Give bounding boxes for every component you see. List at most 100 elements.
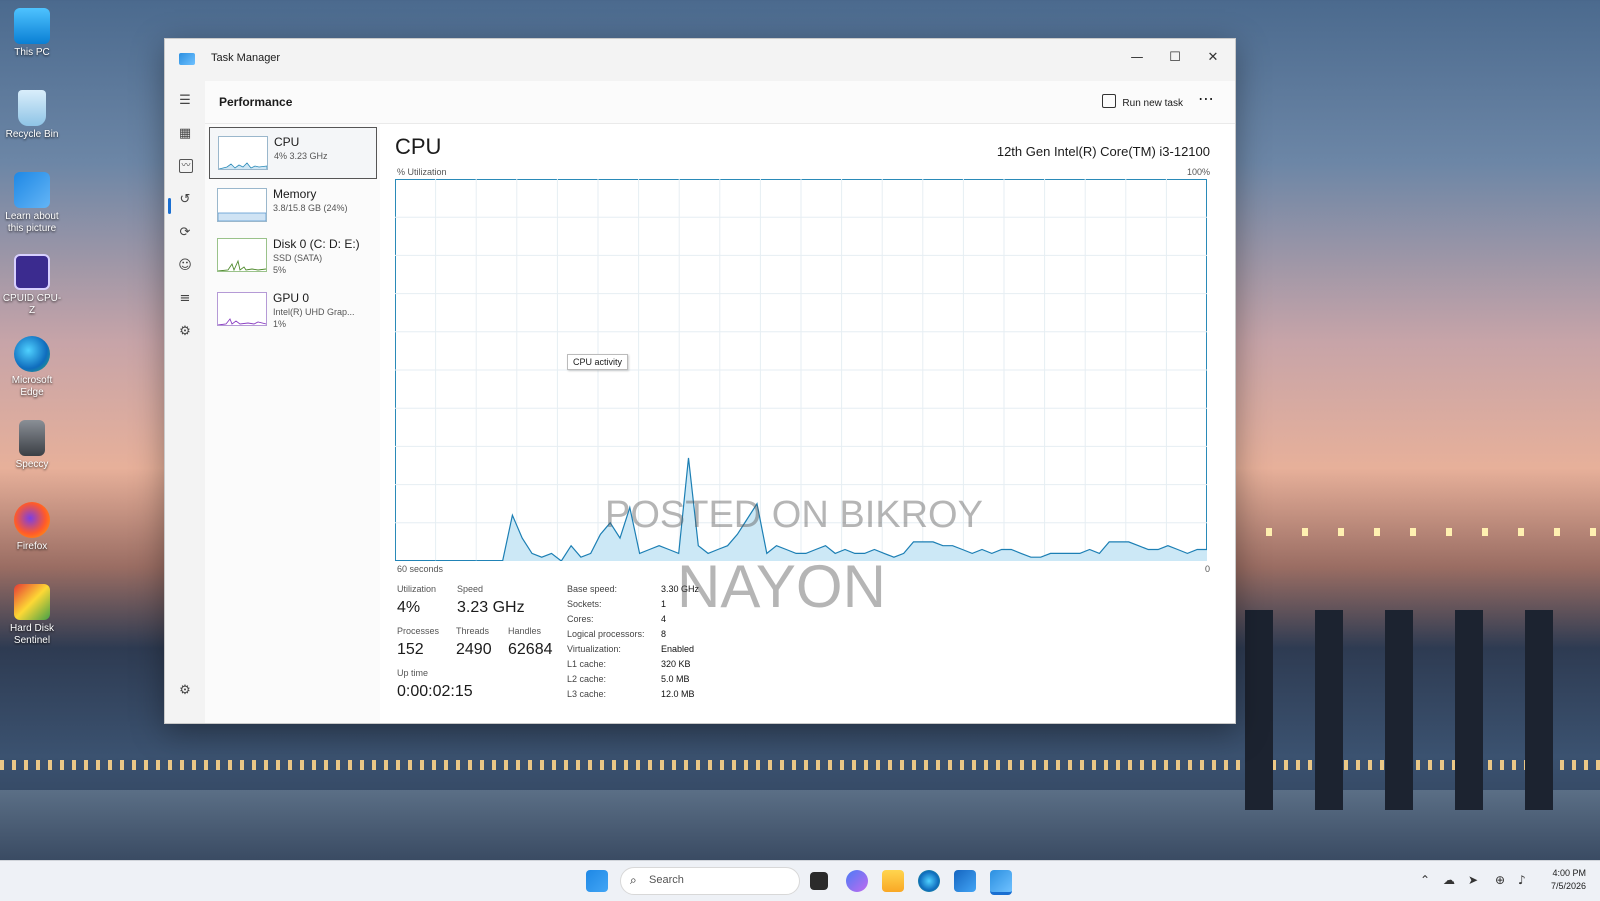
location-icon[interactable]: ➤ [1468,873,1478,887]
spec-label: L2 cache: [567,674,607,684]
device-item-disk[interactable]: Disk 0 (C: D: E:) SSD (SATA) 5% [209,230,375,280]
performance-icon[interactable]: 〰 [179,159,193,173]
task-manager-taskbar-icon[interactable] [990,870,1012,895]
taskbar-clock[interactable]: 4:00 PM 7/5/2026 [1551,867,1586,893]
device-item-gpu[interactable]: GPU 0 Intel(R) UHD Grap... 1% [209,284,375,334]
task-view-icon[interactable] [810,872,828,890]
search-icon: ⌕ [630,873,637,887]
y-axis-max-label: 100% [1186,167,1210,177]
graph-grid [395,179,1207,561]
store-icon[interactable] [954,870,976,892]
desktop-icon-edge[interactable]: Microsoft Edge [0,336,64,399]
spec-value: 8 [661,629,667,639]
desktop-icon-recycle-bin[interactable]: Recycle Bin [0,90,64,141]
speccy-icon [19,420,45,456]
speed-label: Speed [457,584,484,594]
uptime-value: 0:00:02:15 [397,683,473,700]
close-button[interactable]: ✕ [1195,45,1231,71]
spec-value: 12.0 MB [661,689,695,699]
desktop-icon-learn-about-picture[interactable]: Learn about this picture [0,172,64,235]
desktop-icon-speccy[interactable]: Speccy [0,420,64,471]
speed-value: 3.23 GHz [457,599,525,616]
side-navigation: ☰ ▦ 〰 ↺ ⟳ ☺ ≡ ⚙ ⚙ [165,81,205,723]
run-new-task-button[interactable]: Run new task [1102,94,1183,109]
cpu-heading: CPU [395,134,442,159]
background-pillar [1245,610,1273,810]
desktop-icon-label: Hard Disk Sentinel [10,623,54,646]
threads-label: Threads [456,626,490,636]
clock-date: 7/5/2026 [1550,881,1586,891]
device-detail: 4% 3.23 GHz [274,151,328,161]
more-options-button[interactable]: ⋯ [1198,89,1215,108]
title-bar[interactable]: Task Manager — ☐ ✕ [165,39,1235,81]
settings-gear-icon[interactable]: ⚙ [177,683,193,699]
copilot-icon[interactable] [846,870,868,892]
desktop-icon-firefox[interactable]: Firefox [0,502,64,553]
handles-label: Handles [508,626,542,636]
processes-icon[interactable]: ▦ [177,126,193,142]
network-icon[interactable]: ⊕ [1495,873,1505,887]
start-windows-icon[interactable] [586,870,608,892]
file-explorer-icon[interactable] [882,870,904,892]
maximize-button[interactable]: ☐ [1157,45,1193,71]
disk-thumbnail [217,238,267,272]
background-water [0,790,1600,860]
cpu-utilization-graph[interactable] [395,179,1207,561]
device-item-memory[interactable]: Memory 3.8/15.8 GB (24%) [209,180,375,230]
details-icon[interactable]: ≡ [177,291,193,307]
desktop-icon-label: Microsoft Edge [11,375,53,398]
spec-value: 1 [661,599,667,609]
hamburger-menu-icon[interactable]: ☰ [177,93,193,109]
x-axis-label: 60 seconds [397,564,444,574]
chevron-up-icon[interactable]: ⌃ [1420,873,1430,887]
desktop-icon-cpuz[interactable]: CPUID CPU-Z [0,254,64,317]
edge-taskbar-icon[interactable] [918,870,940,892]
device-detail: SSD (SATA) 5% [273,252,322,276]
page-title: Performance [219,95,293,109]
taskbar: ⌕ Search ⌃ ☁ ➤ ⊕ ♪ 4:00 PM 7/5/2026 [0,860,1600,901]
desktop-icon-label: This PC [14,47,50,58]
cpu-activity-tooltip: CPU activity [567,354,629,370]
desktop-icon-hard-disk-sentinel[interactable]: Hard Disk Sentinel [0,584,64,647]
spec-value: 320 KB [661,659,691,669]
spec-label: Base speed: [567,584,618,594]
hard-disk-icon [14,584,50,620]
app-history-icon[interactable]: ↺ [177,192,193,208]
utilization-label: Utilization [397,584,437,594]
onedrive-icon[interactable]: ☁ [1443,873,1455,887]
handles-value: 62684 [508,641,553,658]
run-task-icon [1102,94,1117,108]
edge-icon [14,336,50,372]
monitor-icon [14,8,50,44]
background-pillar [1315,610,1343,810]
task-manager-app-icon [179,53,195,65]
spec-label: Cores: [567,614,594,624]
desktop-icon-label: Learn about this picture [5,211,59,234]
device-detail-line: Intel(R) UHD Grap... [273,307,355,317]
volume-icon[interactable]: ♪ [1518,873,1526,887]
background-bridge-lights-right [1230,528,1600,536]
device-detail: 3.8/15.8 GB (24%) [273,203,348,213]
processes-label: Processes [397,626,440,636]
services-icon[interactable]: ⚙ [177,324,193,340]
startup-apps-icon[interactable]: ⟳ [177,225,193,241]
spec-label: L3 cache: [567,689,607,699]
device-detail-line: 5% [273,265,287,275]
desktop-icon-this-pc[interactable]: This PC [0,8,64,59]
active-nav-indicator [168,198,171,214]
desktop-icon-label: Speccy [15,459,49,470]
task-manager-window: Task Manager — ☐ ✕ ☰ ▦ 〰 ↺ ⟳ ☺ ≡ ⚙ ⚙ Per… [164,38,1236,724]
page-header: Performance Run new task ⋯ [205,81,1235,124]
desktop-icon-label: CPUID CPU-Z [2,293,62,316]
device-detail-line: SSD (SATA) [273,253,323,263]
background-pillar [1385,610,1413,810]
users-icon[interactable]: ☺ [177,258,193,274]
taskbar-search-box[interactable]: ⌕ Search [620,867,800,895]
clock-time: 4:00 PM [1552,868,1586,878]
utilization-value: 4% [397,599,421,616]
minimize-button[interactable]: — [1119,45,1155,71]
background-bridge-lights [0,760,1600,770]
device-item-cpu[interactable]: CPU 4% 3.23 GHz [209,127,377,179]
device-detail-line: 1% [273,319,287,329]
spec-label: L1 cache: [567,659,607,669]
